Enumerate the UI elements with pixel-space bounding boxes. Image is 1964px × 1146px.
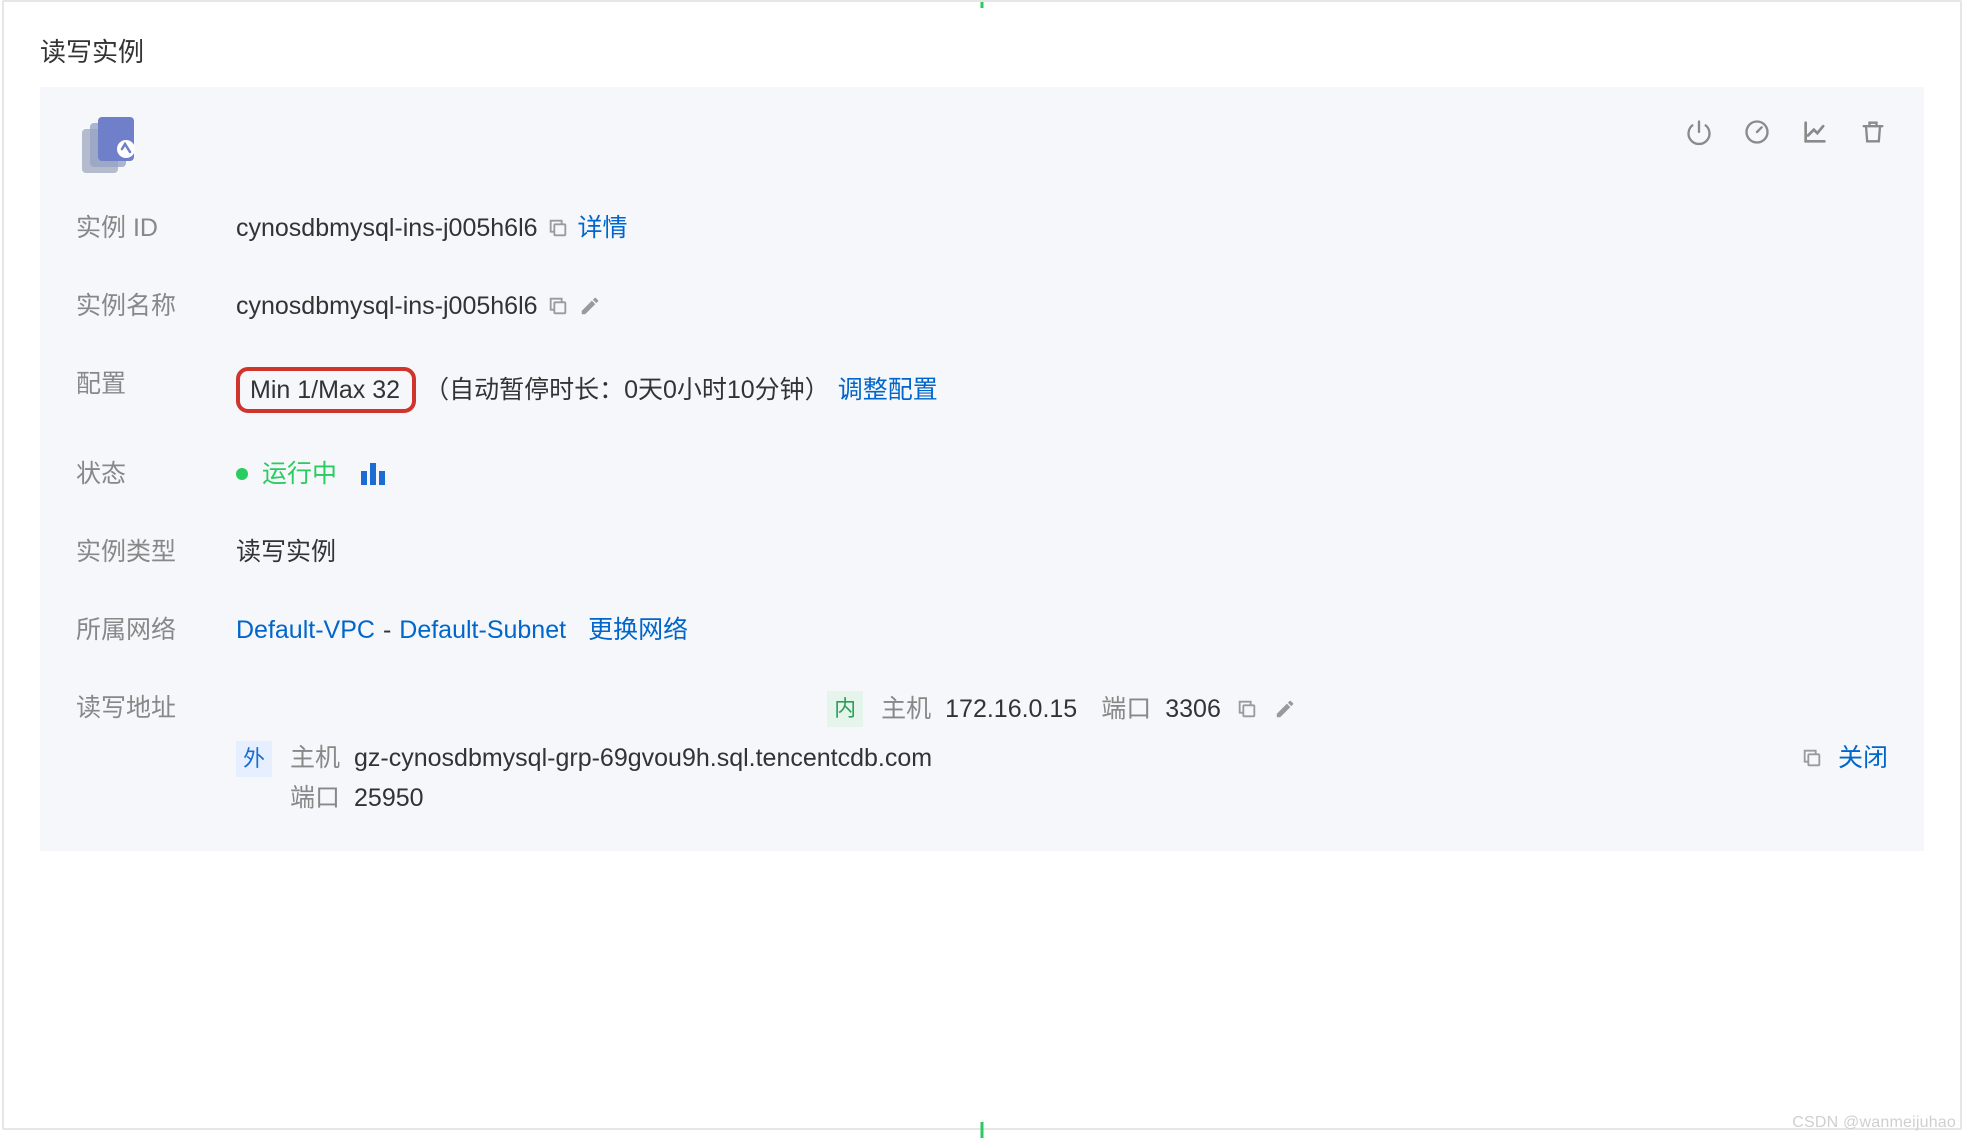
row-instance-type: 实例类型 读写实例 (76, 535, 1888, 569)
instance-name-value: cynosdbmysql-ins-j005h6l6 (236, 289, 538, 323)
instance-type-value: 读写实例 (236, 535, 336, 569)
status-text: 运行中 (262, 457, 337, 491)
port-label: 端口 (290, 781, 340, 815)
external-address-line: 外 主机 gz-cynosdbmysql-grp-69gvou9h.sql.te… (236, 741, 1888, 815)
vpc-link[interactable]: Default-VPC (236, 613, 375, 647)
status-dot-icon (236, 468, 248, 480)
gauge-icon[interactable] (1742, 117, 1772, 147)
internal-host-value: 172.16.0.15 (945, 692, 1077, 726)
label-instance-name: 实例名称 (76, 289, 236, 323)
row-instance-name: 实例名称 cynosdbmysql-ins-j005h6l6 (76, 289, 1888, 323)
close-external-link[interactable]: 关闭 (1838, 741, 1888, 775)
label-instance-type: 实例类型 (76, 535, 236, 569)
copy-icon[interactable] (546, 216, 570, 240)
port-label: 端口 (1101, 692, 1151, 726)
edit-icon[interactable] (578, 294, 602, 318)
row-instance-id: 实例 ID cynosdbmysql-ins-j005h6l6 详情 (76, 211, 1888, 245)
config-autopause-text: （自动暂停时长：0天0小时10分钟） (424, 373, 830, 407)
database-instance-icon (76, 115, 146, 175)
row-rw-address: 读写地址 内 主机 172.16.0.15 端口 3306 (76, 691, 1888, 815)
instance-id-value: cynosdbmysql-ins-j005h6l6 (236, 211, 538, 245)
external-host-value: gz-cynosdbmysql-grp-69gvou9h.sql.tencent… (354, 741, 932, 775)
row-status: 状态 运行中 (76, 457, 1888, 491)
label-status: 状态 (76, 457, 236, 491)
section-title: 读写实例 (40, 32, 1924, 69)
adjust-config-link[interactable]: 调整配置 (838, 373, 938, 407)
network-separator: - (383, 613, 391, 647)
label-network: 所属网络 (76, 613, 236, 647)
host-label: 主机 (290, 741, 340, 775)
row-network: 所属网络 Default-VPC - Default-Subnet 更换网络 (76, 613, 1888, 647)
subnet-link[interactable]: Default-Subnet (399, 613, 566, 647)
monitoring-bars-icon[interactable] (361, 463, 385, 485)
detail-link[interactable]: 详情 (578, 211, 628, 245)
power-icon[interactable] (1684, 117, 1714, 147)
chart-icon[interactable] (1800, 117, 1830, 147)
host-label: 主机 (881, 692, 931, 726)
label-rw-address: 读写地址 (76, 691, 236, 725)
label-config: 配置 (76, 367, 236, 401)
watermark-text: CSDN @wanmeijuhao (1792, 1114, 1956, 1132)
row-config: 配置 Min 1/Max 32 （自动暂停时长：0天0小时10分钟） 调整配置 (76, 367, 1888, 413)
instance-detail-panel: 读写实例 (2, 0, 1962, 1130)
internal-badge: 内 (827, 691, 863, 727)
instance-card: 实例 ID cynosdbmysql-ins-j005h6l6 详情 实例名称 … (40, 87, 1924, 851)
internal-port-value: 3306 (1165, 692, 1221, 726)
external-port-value: 25950 (354, 781, 424, 815)
external-badge: 外 (236, 741, 272, 777)
edit-icon[interactable] (1273, 697, 1297, 721)
trash-icon[interactable] (1858, 117, 1888, 147)
change-network-link[interactable]: 更换网络 (588, 613, 688, 647)
internal-address-line: 内 主机 172.16.0.15 端口 3306 (827, 691, 1297, 727)
config-minmax-highlight: Min 1/Max 32 (236, 367, 416, 413)
copy-icon[interactable] (546, 294, 570, 318)
card-action-bar (1684, 115, 1888, 147)
label-instance-id: 实例 ID (76, 211, 236, 245)
bottom-tick-mark (981, 1122, 984, 1138)
copy-icon[interactable] (1235, 697, 1259, 721)
copy-icon[interactable] (1800, 746, 1824, 770)
